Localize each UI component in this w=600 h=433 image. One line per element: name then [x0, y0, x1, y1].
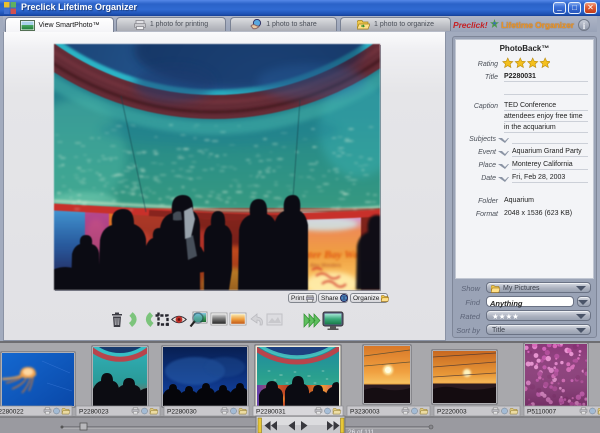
svg-text:P2280022: P2280022 — [0, 409, 24, 416]
svg-text:P2280023: P2280023 — [79, 409, 109, 416]
svg-text:26 of 111: 26 of 111 — [348, 429, 375, 433]
svg-text:P2280031: P2280031 — [256, 409, 286, 416]
svg-text:P5110007: P5110007 — [527, 409, 557, 416]
svg-text:Alex Wonders: Alex Wonders — [310, 263, 342, 269]
svg-text:P2280030: P2280030 — [167, 409, 197, 416]
svg-text:P2220003: P2220003 — [437, 409, 467, 416]
svg-text:P3230003: P3230003 — [350, 409, 380, 416]
